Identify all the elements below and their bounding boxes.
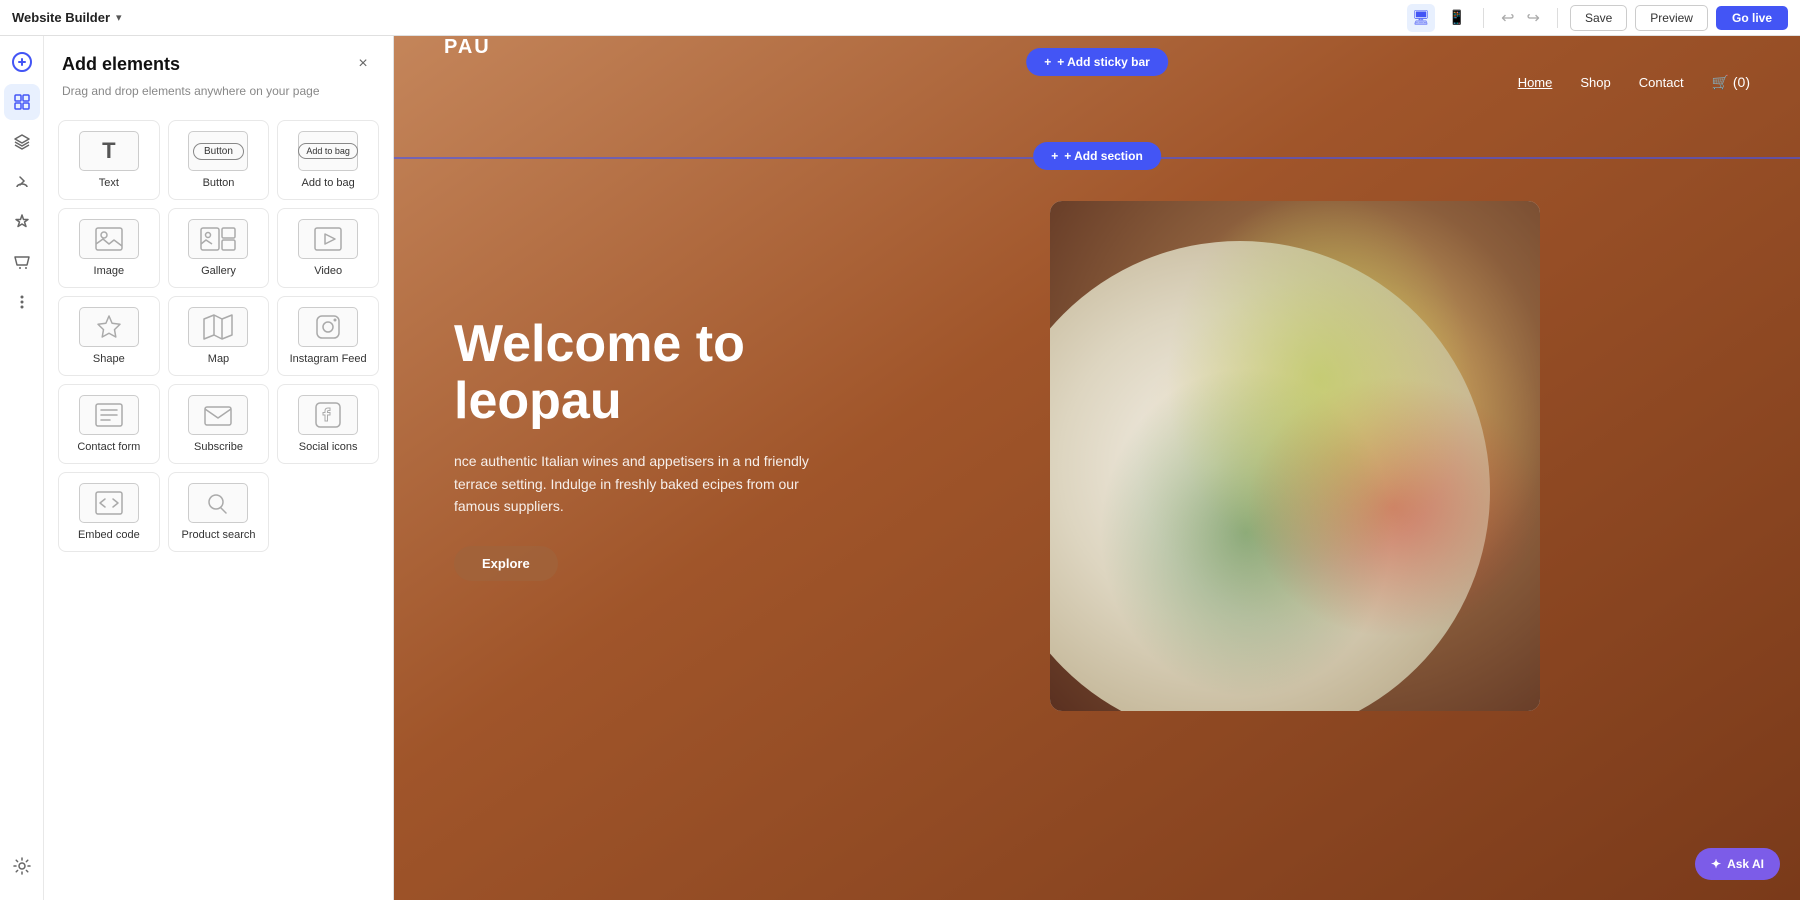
icon-sidebar [0,36,44,900]
element-icon-image [79,219,139,259]
redo-btn[interactable]: ↪ [1522,6,1545,30]
website-preview: + + Add sticky bar + + Add section PAU H… [394,36,1800,900]
hero-description: nce authentic Italian wines and appetise… [454,450,834,517]
add-section-button[interactable]: + + Add section [1033,142,1161,170]
element-label-text: Text [99,177,119,189]
element-label-contact-form: Contact form [77,441,140,453]
element-icon-button: Button [188,131,248,171]
save-button[interactable]: Save [1570,5,1627,31]
ask-ai-label: Ask AI [1727,857,1764,871]
site-nav: Home Shop Contact 🛒 (0) [394,74,1800,91]
toolbar-divider-2 [1557,8,1558,28]
element-label-add-to-bag: Add to bag [302,177,355,189]
ask-ai-button[interactable]: ✦ Ask AI [1695,848,1780,880]
elements-panel: Add elements × Drag and drop elements an… [44,36,394,900]
element-icon-embed-code [79,483,139,523]
golive-button[interactable]: Go live [1716,6,1788,30]
element-label-instagram-feed: Instagram Feed [290,353,367,365]
element-label-gallery: Gallery [201,265,236,277]
element-icon-instagram-feed [298,307,358,347]
main-area: Add elements × Drag and drop elements an… [0,36,1800,900]
preview-button[interactable]: Preview [1635,5,1708,31]
sidebar-item-paint[interactable] [4,164,40,200]
sidebar-item-logo[interactable] [4,44,40,80]
element-item-product-search[interactable]: Product search [168,472,270,552]
element-label-subscribe: Subscribe [194,441,243,453]
pasta-overlay [1050,201,1540,711]
sidebar-bottom [4,848,40,892]
element-label-social-icons: Social icons [299,441,358,453]
title-chevron-icon[interactable]: ▾ [116,11,122,24]
sidebar-item-shop[interactable] [4,244,40,280]
element-item-subscribe[interactable]: Subscribe [168,384,270,464]
elements-grid: T Text Button Button Add to bag Add to b… [44,112,393,572]
element-label-map: Map [208,353,229,365]
nav-link-shop[interactable]: Shop [1580,75,1610,90]
add-section-plus-icon: + [1051,149,1058,163]
element-item-embed-code[interactable]: Embed code [58,472,160,552]
mobile-view-btn[interactable]: 📱 [1443,4,1471,32]
add-sticky-bar-button[interactable]: + + Add sticky bar [1026,48,1168,76]
element-icon-shape [79,307,139,347]
food-image-bg [1050,201,1540,711]
add-sticky-bar-plus-icon: + [1044,55,1051,69]
element-icon-contact-form [79,395,139,435]
topbar-right: 🖥 📱 ↩ ↪ Save Preview Go live [1407,4,1788,32]
sidebar-item-layers[interactable] [4,124,40,160]
element-label-embed-code: Embed code [78,529,140,541]
add-sticky-bar-label: + Add sticky bar [1057,55,1150,69]
hero-title: Welcome toleopau [454,316,834,430]
toolbar-divider [1483,8,1484,28]
sidebar-item-add-elements[interactable] [4,84,40,120]
element-item-instagram-feed[interactable]: Instagram Feed [277,296,379,376]
element-item-text[interactable]: T Text [58,120,160,200]
sidebar-item-more[interactable] [4,284,40,320]
element-item-contact-form[interactable]: Contact form [58,384,160,464]
hero-cta-button[interactable]: Explore [454,546,558,581]
sidebar-item-ai[interactable] [4,204,40,240]
panel-close-button[interactable]: × [351,52,375,76]
element-item-video[interactable]: Video [277,208,379,288]
food-image [1050,201,1540,711]
desktop-view-btn[interactable]: 🖥 [1407,4,1435,32]
panel-title: Add elements [62,54,180,75]
topbar-left: Website Builder ▾ [12,10,122,25]
element-icon-product-search [188,483,248,523]
element-icon-add-to-bag: Add to bag [298,131,358,171]
element-item-shape[interactable]: Shape [58,296,160,376]
element-label-button: Button [203,177,235,189]
sidebar-item-settings[interactable] [4,848,40,884]
cart-icon[interactable]: 🛒 (0) [1712,74,1750,91]
element-icon-subscribe [188,395,248,435]
element-label-video: Video [314,265,342,277]
panel-subtitle: Drag and drop elements anywhere on your … [44,84,393,112]
element-icon-gallery [188,219,248,259]
nav-link-contact[interactable]: Contact [1639,75,1684,90]
element-item-image[interactable]: Image [58,208,160,288]
element-label-product-search: Product search [182,529,256,541]
canvas-area: + + Add sticky bar + + Add section PAU H… [394,36,1800,900]
nav-link-home[interactable]: Home [1518,75,1553,90]
element-item-add-to-bag[interactable]: Add to bag Add to bag [277,120,379,200]
element-item-button[interactable]: Button Button [168,120,270,200]
site-logo: PAU [444,36,491,59]
add-section-label: + Add section [1064,149,1143,163]
app-title: Website Builder [12,10,110,25]
element-label-image: Image [94,265,125,277]
panel-header: Add elements × [44,36,393,84]
element-icon-text: T [79,131,139,171]
undo-btn[interactable]: ↩ [1496,6,1519,30]
ask-ai-icon: ✦ [1711,857,1721,871]
element-icon-video [298,219,358,259]
hero-content: Welcome toleopau nce authentic Italian w… [454,316,834,581]
element-item-gallery[interactable]: Gallery [168,208,270,288]
element-item-map[interactable]: Map [168,296,270,376]
element-item-social-icons[interactable]: Social icons [277,384,379,464]
element-icon-social-icons [298,395,358,435]
element-label-shape: Shape [93,353,125,365]
topbar: Website Builder ▾ 🖥 📱 ↩ ↪ Save Preview G… [0,0,1800,36]
undo-redo-group: ↩ ↪ [1496,6,1545,30]
element-icon-map [188,307,248,347]
